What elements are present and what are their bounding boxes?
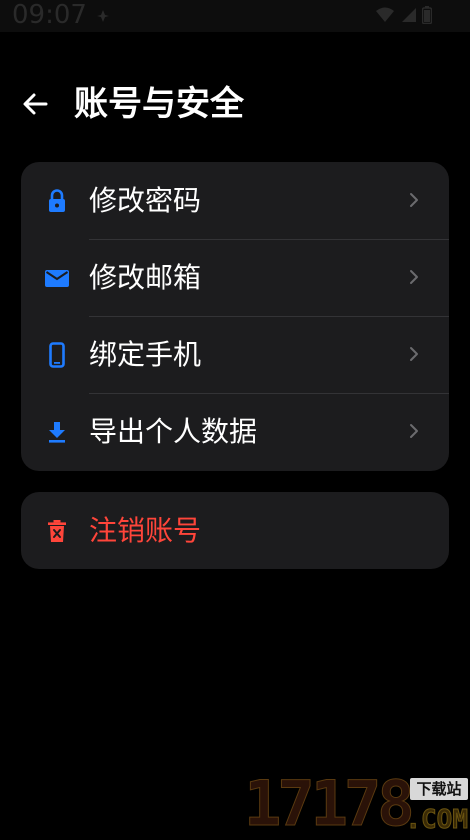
delete-account-card: 注销账号 bbox=[21, 492, 449, 569]
bind-phone-label: 绑定手机 bbox=[89, 338, 202, 371]
notification-icon bbox=[96, 8, 110, 22]
delete-account-item[interactable]: 注销账号 bbox=[21, 492, 449, 569]
change-password-label: 修改密码 bbox=[89, 184, 202, 217]
chevron-right-icon bbox=[409, 269, 419, 285]
export-data-item[interactable]: 导出个人数据 bbox=[21, 393, 449, 470]
export-data-label: 导出个人数据 bbox=[89, 415, 258, 448]
status-icons bbox=[376, 6, 433, 28]
signal-icon bbox=[400, 7, 416, 27]
change-email-label: 修改邮箱 bbox=[89, 261, 202, 294]
change-email-item[interactable]: 修改邮箱 bbox=[21, 239, 449, 316]
trash-icon bbox=[43, 517, 71, 545]
bind-phone-item[interactable]: 绑定手机 bbox=[21, 316, 449, 393]
status-bar: 09:07 bbox=[0, 0, 470, 32]
battery-icon bbox=[421, 6, 433, 28]
wifi-icon bbox=[376, 7, 394, 27]
change-password-item[interactable]: 修改密码 bbox=[21, 162, 449, 239]
status-time: 09:07 bbox=[12, 0, 87, 30]
lock-icon bbox=[43, 187, 71, 215]
mail-icon bbox=[43, 264, 71, 292]
header: 账号与安全 bbox=[0, 78, 470, 130]
arrow-left-icon bbox=[23, 93, 48, 115]
chevron-right-icon bbox=[409, 192, 419, 208]
chevron-right-icon bbox=[409, 346, 419, 362]
watermark-badge: 下载站 bbox=[410, 778, 468, 800]
chevron-right-icon bbox=[409, 423, 419, 439]
phone-icon bbox=[43, 341, 71, 369]
watermark-digits: 17178 bbox=[244, 767, 416, 840]
delete-account-label: 注销账号 bbox=[89, 514, 202, 547]
page-title: 账号与安全 bbox=[74, 84, 244, 124]
site-watermark: 17178 下载站 .COM bbox=[244, 770, 470, 836]
download-icon bbox=[43, 418, 71, 446]
back-button[interactable] bbox=[20, 90, 52, 118]
account-settings-card: 修改密码 修改邮箱 绑定手机 导出个人数据 bbox=[21, 162, 449, 471]
watermark-domain: .COM bbox=[405, 805, 469, 835]
